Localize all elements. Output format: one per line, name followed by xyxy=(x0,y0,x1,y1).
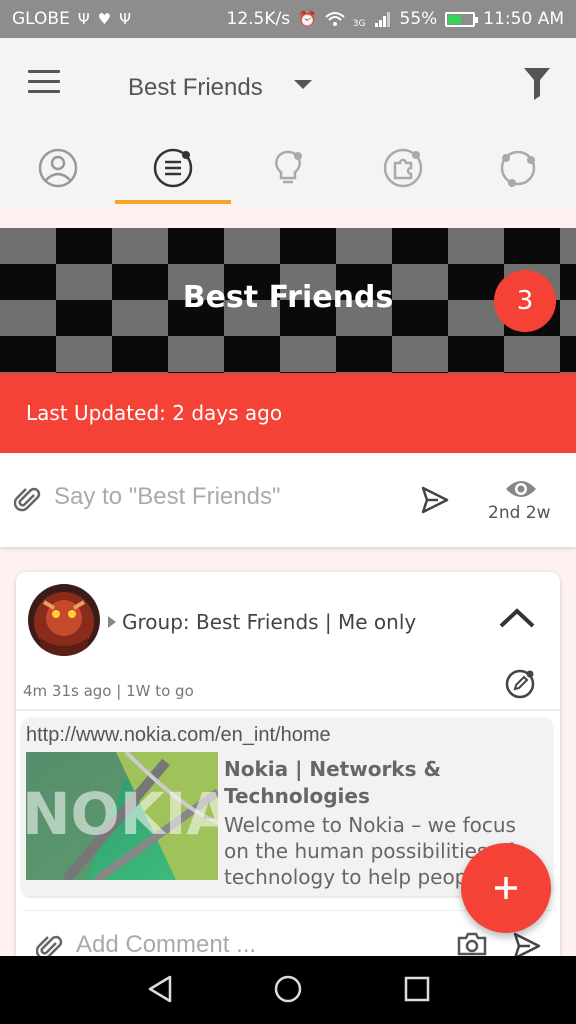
member-count-badge[interactable]: 3 xyxy=(494,270,556,332)
post-target: Group: Best Friends | Me only xyxy=(108,610,416,634)
banner-title: Best Friends xyxy=(182,280,394,315)
alarm-icon: ⏰ xyxy=(298,10,317,28)
tab-bar xyxy=(0,134,576,206)
battery-icon xyxy=(445,11,479,27)
group-banner: Best Friends xyxy=(0,228,576,373)
network-speed: 12.5K/s xyxy=(226,9,291,29)
lightbulb-icon xyxy=(275,150,302,184)
group-selector[interactable]: Best Friends xyxy=(128,74,312,102)
system-nav-bar xyxy=(0,956,576,1024)
menu-icon[interactable] xyxy=(28,70,62,94)
wifi-icon xyxy=(325,12,345,26)
tab-indicator xyxy=(115,200,231,204)
tab-ideas[interactable] xyxy=(230,140,346,202)
last-updated-text: Last Updated: 2 days ago xyxy=(26,401,283,425)
clock: 11:50 AM xyxy=(483,9,564,29)
send-icon[interactable] xyxy=(420,485,450,515)
list-circle-icon xyxy=(153,148,193,188)
last-updated-bar: Last Updated: 2 days ago xyxy=(0,373,576,453)
edit-icon[interactable] xyxy=(504,668,536,700)
link-url[interactable]: http://www.nokia.com/en_int/home xyxy=(26,724,331,747)
tab-puzzle[interactable] xyxy=(345,140,461,202)
camera-icon[interactable] xyxy=(456,931,488,957)
composer: Say to "Best Friends" 2nd 2w xyxy=(0,453,576,547)
tab-network[interactable] xyxy=(460,140,576,202)
divider xyxy=(16,709,560,711)
nodes-circle-icon xyxy=(500,150,536,187)
svg-text:NOKIA: NOKIA xyxy=(26,780,218,848)
tab-feed[interactable] xyxy=(115,140,231,202)
carrier-label: GLOBE xyxy=(12,9,70,29)
network-type: 3G xyxy=(352,19,366,29)
comment-input[interactable]: Add Comment ... xyxy=(76,931,256,959)
visibility-label[interactable]: 2nd 2w xyxy=(488,503,551,523)
status-bar: GLOBE Ψ ♥ Ψ 12.5K/s ⏰ 3G 55% 11:50 AM xyxy=(0,0,576,38)
back-icon[interactable] xyxy=(146,974,174,1004)
caret-right-icon xyxy=(108,616,116,628)
puzzle-icon xyxy=(383,148,423,188)
add-post-button[interactable] xyxy=(461,843,551,933)
avatar[interactable] xyxy=(28,584,100,656)
say-input[interactable]: Say to "Best Friends" xyxy=(54,483,280,511)
signal-icon xyxy=(374,12,390,27)
group-name: Best Friends xyxy=(128,74,263,101)
person-circle-icon xyxy=(38,148,78,188)
chevron-up-icon[interactable] xyxy=(498,606,536,630)
recents-icon[interactable] xyxy=(403,974,431,1004)
chevron-down-icon xyxy=(294,80,312,89)
post-target-label: Group: Best Friends | Me only xyxy=(122,610,417,634)
link-title[interactable]: Nokia | Networks & Technologies xyxy=(224,756,544,810)
link-thumbnail: NOKIA xyxy=(26,752,218,880)
home-icon[interactable] xyxy=(273,974,303,1004)
plus-icon xyxy=(495,877,517,899)
paperclip-icon[interactable] xyxy=(14,485,42,515)
usb-icon: Ψ xyxy=(77,10,90,28)
heart-icon: ♥ xyxy=(97,10,112,28)
app-bar: Best Friends xyxy=(0,38,576,134)
battery-percent: 55% xyxy=(399,9,438,29)
filter-icon[interactable] xyxy=(522,66,552,100)
eye-icon[interactable] xyxy=(505,479,537,499)
post-time: 4m 31s ago | 1W to go xyxy=(23,682,194,700)
usb-debug-icon: Ψ xyxy=(119,10,131,28)
tab-profile[interactable] xyxy=(0,140,116,202)
